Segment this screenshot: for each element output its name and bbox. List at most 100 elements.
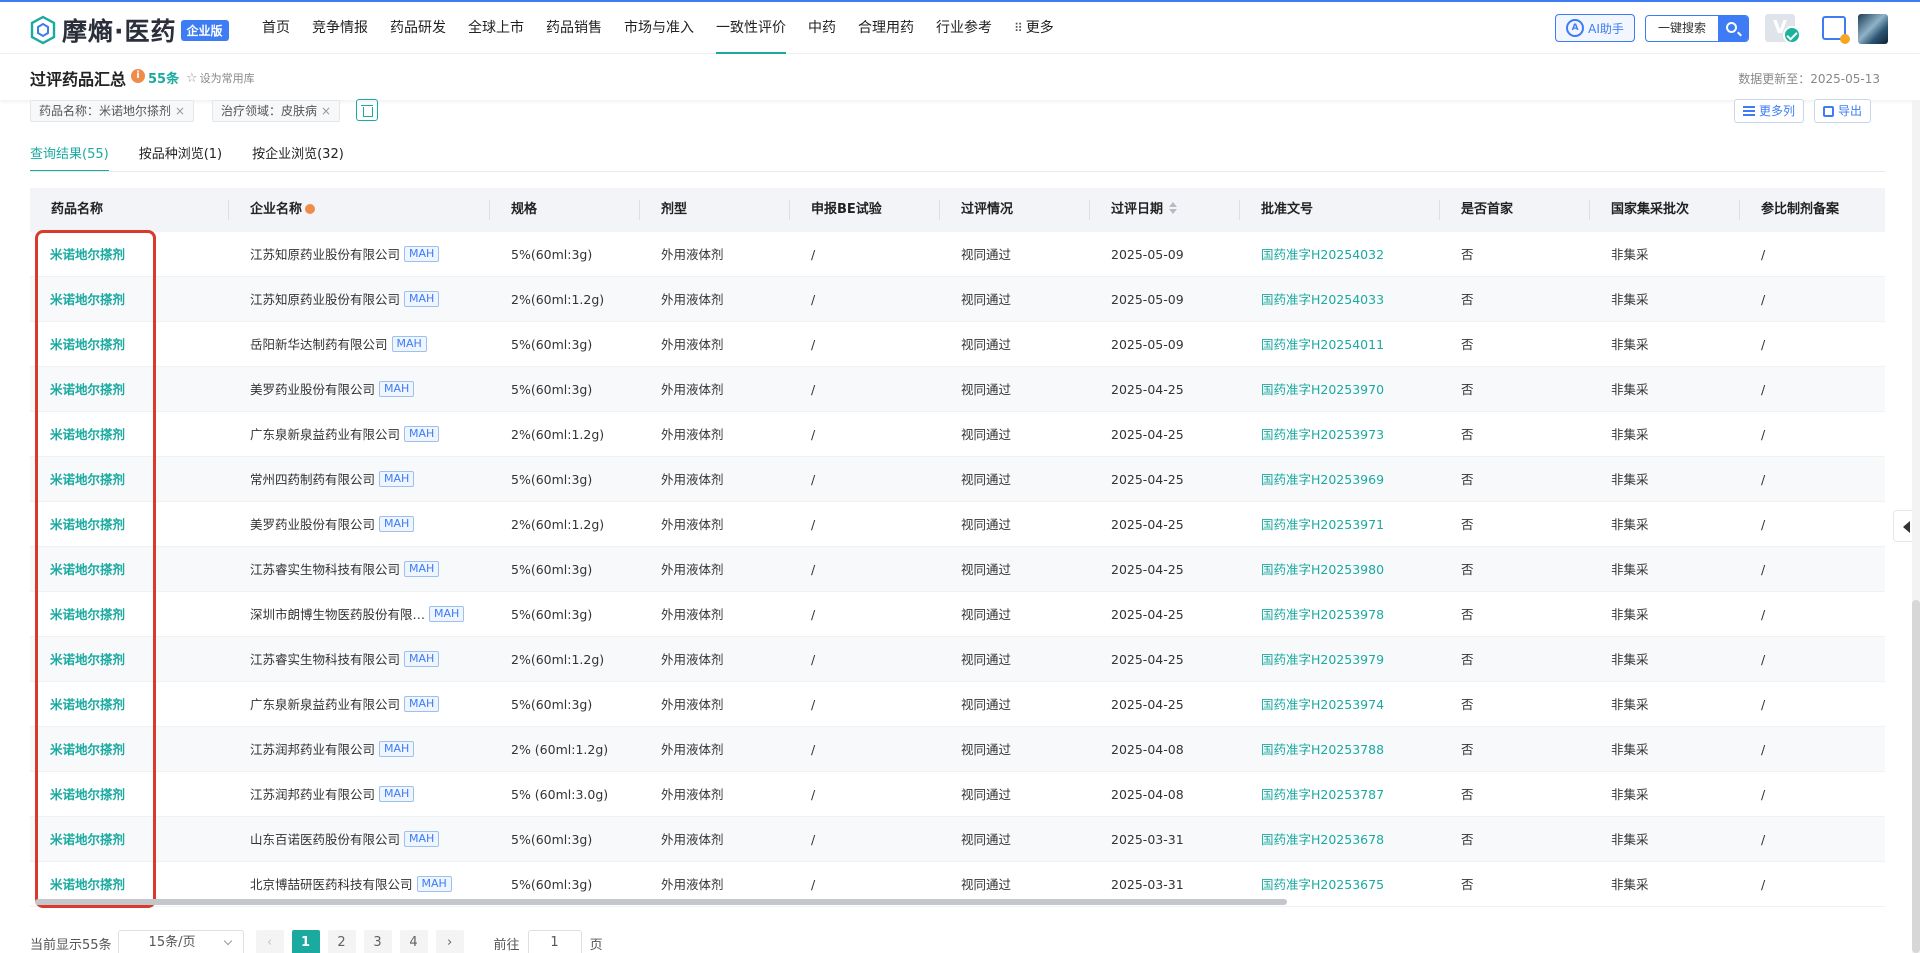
- table-row[interactable]: 米诺地尔搽剂 广东泉新泉益药业有限公司 MAH 2%(60ml:1.2g) 外用液体剂 /…: [30, 412, 1885, 457]
- cell-company[interactable]: 深圳市朗博生物医药股份有限… MAH: [229, 592, 490, 637]
- table-row[interactable]: 米诺地尔搽剂 深圳市朗博生物医药股份有限… MAH 5%(60ml:3g) 外用液体剂 /…: [30, 592, 1885, 637]
- table-row[interactable]: 米诺地尔搽剂 广东泉新泉益药业有限公司 MAH 5%(60ml:3g) 外用液体剂 / 视同…: [30, 682, 1885, 727]
- tab-by-variety[interactable]: 按品种浏览(1): [139, 142, 222, 172]
- manual-book-icon[interactable]: [1822, 16, 1850, 44]
- horizontal-scrollbar-thumb[interactable]: [35, 899, 1287, 905]
- info-icon[interactable]: i: [131, 69, 145, 83]
- tab-by-company[interactable]: 按企业浏览(32): [252, 142, 344, 172]
- nav-item-consistency[interactable]: 一致性评价: [716, 2, 786, 54]
- cell-company[interactable]: 江苏睿实生物科技有限公司 MAH: [229, 547, 490, 592]
- cell-company[interactable]: 山东百诺医药股份有限公司 MAH: [229, 817, 490, 862]
- cell-approval-no[interactable]: 国药准字H20253979: [1240, 637, 1440, 682]
- page-size-select[interactable]: 15条/页: [117, 930, 244, 953]
- page-button-2[interactable]: 2: [327, 930, 356, 953]
- ai-assistant-button[interactable]: A AI助手: [1555, 14, 1635, 42]
- cell-company[interactable]: 广东泉新泉益药业有限公司 MAH: [229, 412, 490, 457]
- table-row[interactable]: 米诺地尔搽剂 山东百诺医药股份有限公司 MAH 5%(60ml:3g) 外用液体剂 / 视同…: [30, 817, 1885, 862]
- table-row[interactable]: 米诺地尔搽剂 江苏润邦药业有限公司 MAH 2% (60ml:1.2g) 外用液体剂 / 视…: [30, 727, 1885, 772]
- cell-approval-no[interactable]: 国药准字H20253980: [1240, 547, 1440, 592]
- nav-item-rd[interactable]: 药品研发: [390, 2, 446, 54]
- filter-chip-therapy-area[interactable]: 治疗领域：皮肤病 ×: [212, 100, 341, 122]
- page-button-4[interactable]: 4: [399, 930, 428, 953]
- table-row[interactable]: 米诺地尔搽剂 江苏润邦药业有限公司 MAH 5% (60ml:3.0g) 外用液体剂 / 视…: [30, 772, 1885, 817]
- cell-first: 否: [1461, 562, 1474, 577]
- cell-drug-name[interactable]: 米诺地尔搽剂: [30, 727, 229, 772]
- cell-approval-no[interactable]: 国药准字H20253971: [1240, 502, 1440, 547]
- table-row[interactable]: 米诺地尔搽剂 江苏睿实生物科技有限公司 MAH 5%(60ml:3g) 外用液体剂 / 视同…: [30, 547, 1885, 592]
- brand-logo[interactable]: 摩熵·医药 企业版: [28, 12, 229, 48]
- cell-approval-no[interactable]: 国药准字H20254033: [1240, 277, 1440, 322]
- nav-item-global[interactable]: 全球上市: [468, 2, 524, 54]
- nav-item-market[interactable]: 市场与准入: [624, 2, 694, 54]
- horizontal-scrollbar[interactable]: [30, 898, 1885, 906]
- table-row[interactable]: 米诺地尔搽剂 江苏知原药业股份有限公司 MAH 2%(60ml:1.2g) 外用液体剂 /…: [30, 277, 1885, 322]
- table-row[interactable]: 米诺地尔搽剂 江苏睿实生物科技有限公司 MAH 2%(60ml:1.2g) 外用液体剂 /…: [30, 637, 1885, 682]
- sort-icon[interactable]: [1169, 201, 1178, 214]
- cell-company[interactable]: 江苏知原药业股份有限公司 MAH: [229, 277, 490, 322]
- cell-company[interactable]: 岳阳新华达制药有限公司 MAH: [229, 322, 490, 367]
- nav-item-more[interactable]: ⠿ 更多: [1014, 2, 1054, 54]
- quick-search-button[interactable]: 一键搜索: [1645, 15, 1749, 42]
- nav-item-home[interactable]: 首页: [262, 2, 290, 54]
- table-row[interactable]: 米诺地尔搽剂 美罗药业股份有限公司 MAH 2%(60ml:1.2g) 外用液体剂 / 视同…: [30, 502, 1885, 547]
- cell-approval-no[interactable]: 国药准字H20253787: [1240, 772, 1440, 817]
- nav-item-industry[interactable]: 行业参考: [936, 2, 992, 54]
- close-icon[interactable]: ×: [175, 104, 185, 118]
- cell-company[interactable]: 常州四药制药有限公司 MAH: [229, 457, 490, 502]
- cell-drug-name[interactable]: 米诺地尔搽剂: [30, 547, 229, 592]
- cell-company[interactable]: 江苏润邦药业有限公司 MAH: [229, 772, 490, 817]
- cell-drug-name[interactable]: 米诺地尔搽剂: [30, 457, 229, 502]
- tab-query-results[interactable]: 查询结果(55): [30, 142, 109, 172]
- more-columns-button[interactable]: 更多列: [1734, 99, 1805, 123]
- next-page-button[interactable]: ›: [435, 930, 464, 953]
- filter-chip-drug-name[interactable]: 药品名称：米诺地尔搽剂 ×: [30, 100, 195, 122]
- table-row[interactable]: 米诺地尔搽剂 美罗药业股份有限公司 MAH 5%(60ml:3g) 外用液体剂 / 视同通过…: [30, 367, 1885, 412]
- nav-item-rational[interactable]: 合理用药: [858, 2, 914, 54]
- column-header-review-date[interactable]: 过评日期: [1090, 188, 1240, 232]
- goto-page-input[interactable]: 1: [527, 930, 582, 953]
- clear-filters-trash-icon[interactable]: [356, 99, 378, 121]
- export-button[interactable]: 导出: [1814, 99, 1872, 123]
- cell-approval-no[interactable]: 国药准字H20254032: [1240, 232, 1440, 277]
- page-button-3[interactable]: 3: [363, 930, 392, 953]
- nav-item-sales[interactable]: 药品销售: [546, 2, 602, 54]
- cell-approval-no[interactable]: 国药准字H20253678: [1240, 817, 1440, 862]
- cell-drug-name[interactable]: 米诺地尔搽剂: [30, 772, 229, 817]
- cell-approval-no[interactable]: 国药准字H20253974: [1240, 682, 1440, 727]
- cell-approval-no[interactable]: 国药准字H20253970: [1240, 367, 1440, 412]
- cell-approval-no[interactable]: 国药准字H20253973: [1240, 412, 1440, 457]
- avatar[interactable]: [1858, 14, 1888, 44]
- cell-company[interactable]: 美罗药业股份有限公司 MAH: [229, 367, 490, 412]
- prev-page-button[interactable]: ‹: [255, 930, 284, 953]
- page-button-1[interactable]: 1: [291, 930, 320, 953]
- cell-approval-no[interactable]: 国药准字H20253978: [1240, 592, 1440, 637]
- cell-drug-name[interactable]: 米诺地尔搽剂: [30, 277, 229, 322]
- set-favorite-button[interactable]: ☆ 设为常用库: [186, 70, 255, 86]
- info-icon[interactable]: [305, 203, 316, 214]
- cell-drug-name[interactable]: 米诺地尔搽剂: [30, 592, 229, 637]
- table-row[interactable]: 米诺地尔搽剂 江苏知原药业股份有限公司 MAH 5%(60ml:3g) 外用液体剂 / 视同…: [30, 232, 1885, 277]
- cell-company[interactable]: 江苏润邦药业有限公司 MAH: [229, 727, 490, 772]
- cell-drug-name[interactable]: 米诺地尔搽剂: [30, 367, 229, 412]
- cell-approval-no[interactable]: 国药准字H20253788: [1240, 727, 1440, 772]
- cell-company[interactable]: 江苏知原药业股份有限公司 MAH: [229, 232, 490, 277]
- nav-item-intel[interactable]: 竞争情报: [312, 2, 368, 54]
- table-row[interactable]: 米诺地尔搽剂 常州四药制药有限公司 MAH 5%(60ml:3g) 外用液体剂 / 视同通过…: [30, 457, 1885, 502]
- cell-approval-no[interactable]: 国药准字H20254011: [1240, 322, 1440, 367]
- cell-approval-no[interactable]: 国药准字H20253969: [1240, 457, 1440, 502]
- cell-drug-name[interactable]: 米诺地尔搽剂: [30, 637, 229, 682]
- cell-drug-name[interactable]: 米诺地尔搽剂: [30, 412, 229, 457]
- cell-drug-name[interactable]: 米诺地尔搽剂: [30, 682, 229, 727]
- cell-company[interactable]: 美罗药业股份有限公司 MAH: [229, 502, 490, 547]
- cell-drug-name[interactable]: 米诺地尔搽剂: [30, 502, 229, 547]
- cell-drug-name[interactable]: 米诺地尔搽剂: [30, 817, 229, 862]
- vip-badge[interactable]: V: [1765, 14, 1803, 44]
- nav-item-tcm[interactable]: 中药: [808, 2, 836, 54]
- cell-drug-name[interactable]: 米诺地尔搽剂: [30, 232, 229, 277]
- close-icon[interactable]: ×: [321, 104, 331, 118]
- table-row[interactable]: 米诺地尔搽剂 岳阳新华达制药有限公司 MAH 5%(60ml:3g) 外用液体剂 / 视同通…: [30, 322, 1885, 367]
- vertical-scrollbar-thumb[interactable]: [1912, 600, 1920, 953]
- cell-drug-name[interactable]: 米诺地尔搽剂: [30, 322, 229, 367]
- cell-company[interactable]: 广东泉新泉益药业有限公司 MAH: [229, 682, 490, 727]
- cell-company[interactable]: 江苏睿实生物科技有限公司 MAH: [229, 637, 490, 682]
